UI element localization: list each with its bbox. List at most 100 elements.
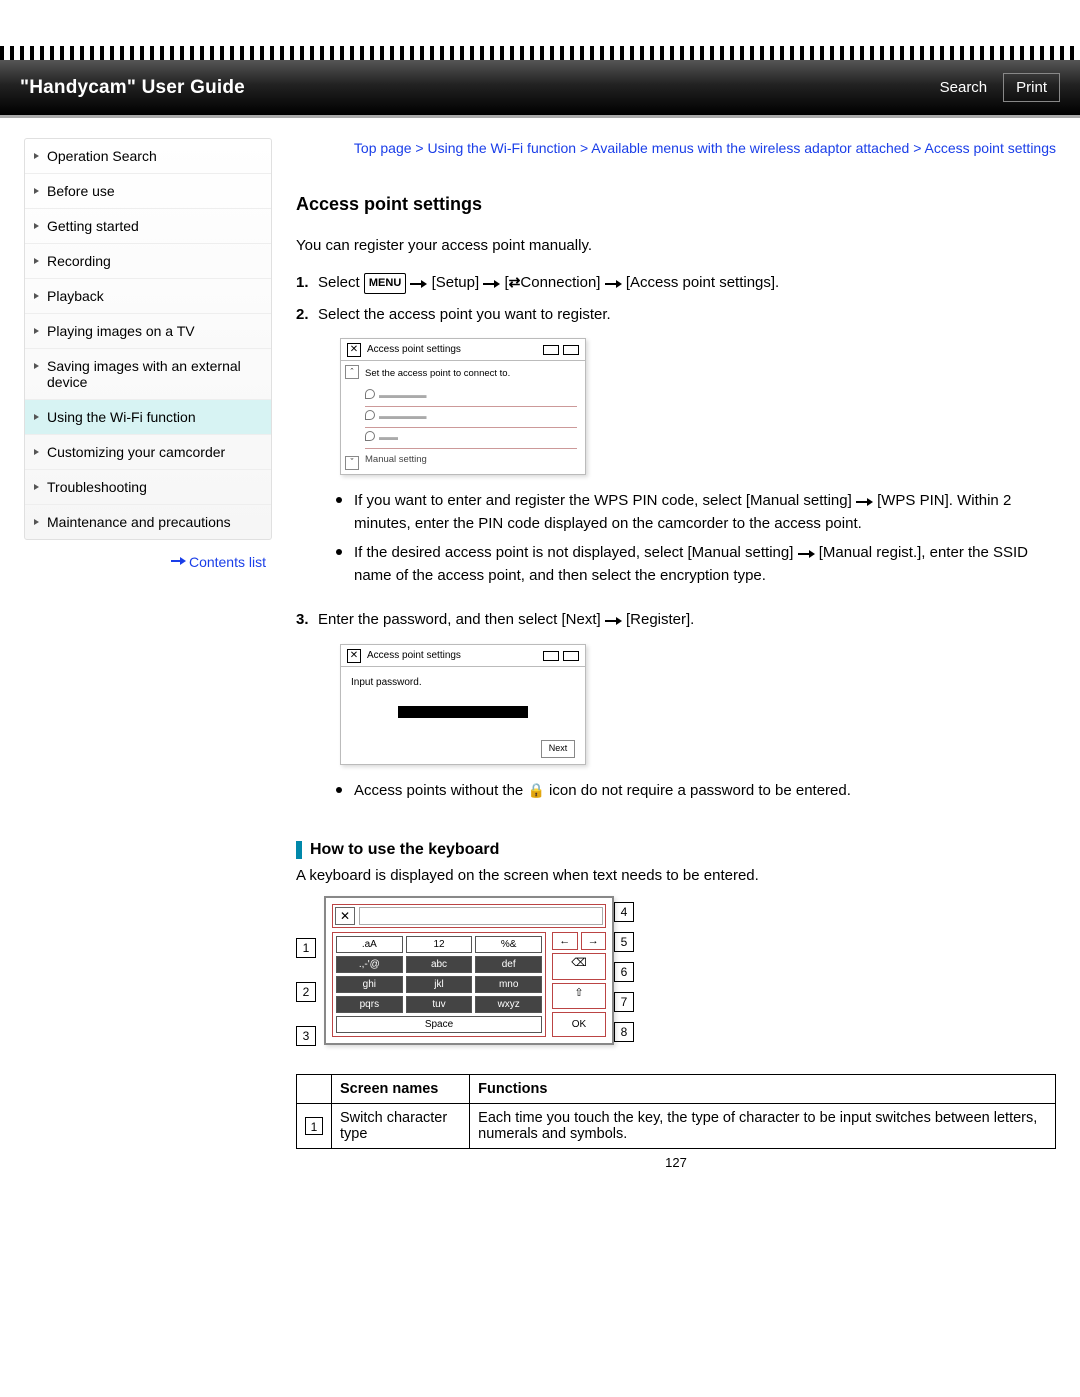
mock1-caption: Set the access point to connect to. <box>365 365 577 385</box>
callout-7: 7 <box>614 992 634 1012</box>
th-screen-names: Screen names <box>332 1075 470 1104</box>
app-title: "Handycam" User Guide <box>0 77 245 99</box>
arrow-icon <box>798 543 815 566</box>
kb-key: .,-'@ <box>336 956 403 973</box>
page-number: 127 <box>296 1155 1056 1170</box>
contents-list-link[interactable]: Contents list <box>171 554 266 570</box>
lock-icon: 🔒 <box>527 780 544 801</box>
mock1-manual: Manual setting <box>365 449 577 467</box>
arrow-icon <box>856 491 873 514</box>
sidebar-item-troubleshooting[interactable]: Troubleshooting <box>25 470 271 505</box>
step1-setup: [Setup] <box>432 274 480 291</box>
callout-4: 4 <box>614 902 634 922</box>
td-screen-name: Switch character type <box>332 1104 470 1149</box>
header-bar: "Handycam" User Guide Search Print <box>0 60 1080 118</box>
sidebar-item-playing-on-tv[interactable]: Playing images on a TV <box>25 314 271 349</box>
down-arrow-icon: ˇ <box>345 456 359 470</box>
kb-key: %& <box>475 936 542 953</box>
header-decoration <box>0 46 1080 60</box>
kb-key: wxyz <box>475 996 542 1013</box>
up-arrow-icon: ˆ <box>345 365 359 379</box>
keyboard-heading: How to use the keyboard <box>296 841 1056 859</box>
callout-5: 5 <box>614 932 634 952</box>
kb-key: pqrs <box>336 996 403 1013</box>
sidebar: Operation Search Before use Getting star… <box>24 138 272 1170</box>
bullet-manual-regist: If the desired access point is not displ… <box>354 539 1056 591</box>
status-icons <box>543 345 579 355</box>
ap-row: ▬▬ <box>365 428 577 449</box>
main-content: Top page > Using the Wi-Fi function > Av… <box>296 138 1056 1170</box>
password-field <box>398 706 528 718</box>
th-functions: Functions <box>470 1075 1056 1104</box>
print-button[interactable]: Print <box>1003 73 1060 102</box>
step-3: 3.Enter the password, and then select [N… <box>318 605 1056 820</box>
screenshot-password: ✕ Access point settings Input password. … <box>340 644 586 765</box>
kb-input-field <box>359 907 603 925</box>
mock2-input-label: Input password. <box>351 675 575 690</box>
step1-prefix: Select <box>318 274 360 291</box>
status-icons <box>543 651 579 661</box>
functions-table: Screen names Functions 1 Switch characte… <box>296 1074 1056 1149</box>
ap-row: ▬▬▬▬▬ <box>365 386 577 407</box>
callout-8: 8 <box>614 1022 634 1042</box>
breadcrumb[interactable]: Top page > Using the Wi-Fi function > Av… <box>296 138 1056 158</box>
step1-connection: Connection] <box>520 274 600 291</box>
bullet-no-password: Access points without the 🔒 icon do not … <box>354 777 1056 806</box>
step1-aps: [Access point settings]. <box>626 274 779 291</box>
keyboard-diagram: 1 2 3 ✕ .aA 12 %& <box>296 896 1056 1046</box>
kb-space: Space <box>336 1016 542 1033</box>
kb-left-arrow-icon: ← <box>552 932 578 950</box>
ap-row: ▬▬▬▬▬ <box>365 407 577 428</box>
callout-1: 1 <box>296 938 316 958</box>
kb-key: ghi <box>336 976 403 993</box>
kb-key: 12 <box>406 936 473 953</box>
page-title: Access point settings <box>296 194 1056 215</box>
sidebar-list: Operation Search Before use Getting star… <box>24 138 272 540</box>
kb-backspace-icon: ⌫ <box>552 953 606 980</box>
kb-close-icon: ✕ <box>335 907 355 925</box>
kb-key: jkl <box>406 976 473 993</box>
callout-2: 2 <box>296 982 316 1002</box>
step-2: 2.Select the access point you want to re… <box>318 300 1056 605</box>
close-icon: ✕ <box>347 343 361 357</box>
kb-key: def <box>475 956 542 973</box>
kb-key: tuv <box>406 996 473 1013</box>
td-index: 1 <box>297 1104 332 1149</box>
sidebar-item-getting-started[interactable]: Getting started <box>25 209 271 244</box>
kb-right-arrow-icon: → <box>581 932 607 950</box>
kb-key: mno <box>475 976 542 993</box>
sidebar-item-customizing[interactable]: Customizing your camcorder <box>25 435 271 470</box>
close-icon: ✕ <box>347 649 361 663</box>
sidebar-item-wifi[interactable]: Using the Wi-Fi function <box>25 400 271 435</box>
step2-text: Select the access point you want to regi… <box>318 306 611 323</box>
keyboard-intro: A keyboard is displayed on the screen wh… <box>296 867 1056 884</box>
kb-shift-icon: ⇧ <box>552 983 606 1010</box>
connection-icon: ⇄ <box>509 272 521 293</box>
intro-text: You can register your access point manua… <box>296 237 1056 254</box>
mock2-title: Access point settings <box>367 648 461 663</box>
callout-6: 6 <box>614 962 634 982</box>
kb-key: .aA <box>336 936 403 953</box>
kb-ok: OK <box>552 1012 606 1037</box>
sidebar-item-saving-external[interactable]: Saving images with an external device <box>25 349 271 400</box>
td-function: Each time you touch the key, the type of… <box>470 1104 1056 1149</box>
sidebar-item-playback[interactable]: Playback <box>25 279 271 314</box>
sidebar-item-before-use[interactable]: Before use <box>25 174 271 209</box>
sidebar-item-recording[interactable]: Recording <box>25 244 271 279</box>
arrow-icon <box>410 273 427 296</box>
kb-key: abc <box>406 956 473 973</box>
mock1-title: Access point settings <box>367 342 461 357</box>
next-button: Next <box>541 740 575 758</box>
arrow-icon <box>605 273 622 296</box>
sidebar-item-maintenance[interactable]: Maintenance and precautions <box>25 505 271 539</box>
step-1: 1. Select MENU [Setup] [⇄Connection] [Ac… <box>318 268 1056 300</box>
arrow-icon <box>483 273 500 296</box>
callout-3: 3 <box>296 1026 316 1046</box>
sidebar-item-operation-search[interactable]: Operation Search <box>25 139 271 174</box>
bullet-wps-pin: If you want to enter and register the WP… <box>354 487 1056 539</box>
th-blank <box>297 1075 332 1104</box>
search-link[interactable]: Search <box>940 79 988 96</box>
menu-icon: MENU <box>364 273 406 294</box>
arrow-icon <box>605 610 622 633</box>
screenshot-ap-list: ✕ Access point settings ˆ ˇ Set the acces… <box>340 338 586 474</box>
